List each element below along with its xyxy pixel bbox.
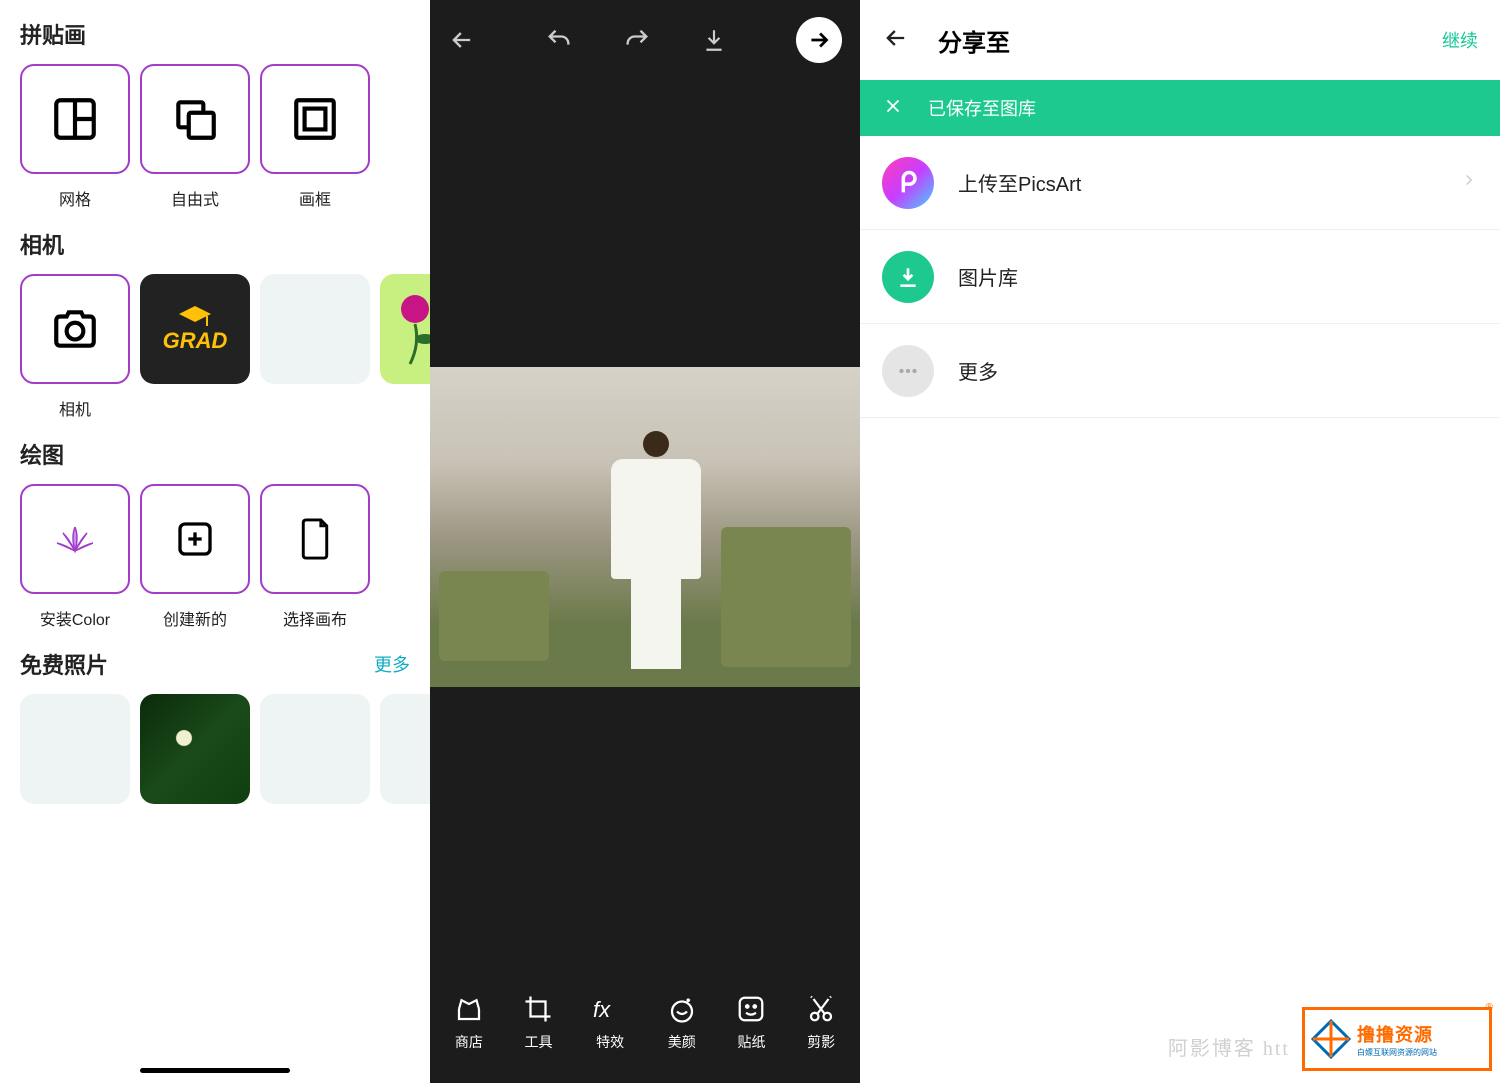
- chevron-right-icon: [1460, 171, 1478, 194]
- tile-flower-template[interactable]: [380, 274, 430, 420]
- tool-shop[interactable]: 商店: [454, 994, 484, 1052]
- tile-install-color[interactable]: 安装Color: [20, 484, 130, 630]
- collage-section: 拼贴画 网格 自由式 画框: [0, 18, 430, 210]
- editor-topbar: [430, 0, 860, 80]
- home-indicator[interactable]: [140, 1068, 290, 1073]
- file-icon: [297, 517, 333, 561]
- lotus-icon: [51, 519, 99, 559]
- share-item-gallery[interactable]: 图片库: [860, 230, 1500, 324]
- watermark-brand: 撸撸资源: [1357, 1021, 1437, 1047]
- registered-mark: ®: [1486, 1002, 1493, 1013]
- section-title-draw: 绘图: [20, 438, 64, 470]
- back-button[interactable]: [882, 24, 910, 57]
- plus-square-icon: [175, 519, 215, 559]
- grad-cap-icon: [177, 304, 213, 328]
- free-photos-section: 免费照片 更多: [0, 648, 430, 804]
- arrow-left-icon: [882, 24, 910, 52]
- tile-label: 安装Color: [40, 606, 110, 630]
- download-button[interactable]: [701, 27, 727, 53]
- editor-photo: [430, 367, 860, 687]
- tile-grid[interactable]: 网格: [20, 64, 130, 210]
- photo-thumb[interactable]: [380, 694, 430, 804]
- gallery-download-icon: [882, 251, 934, 303]
- draw-section: 绘图 安装Color 创建新的 选择画布: [0, 438, 430, 630]
- undo-icon: [545, 26, 573, 54]
- share-header: 分享至 继续: [860, 0, 1500, 80]
- grid-icon: [50, 94, 100, 144]
- tile-label: 网格: [59, 186, 91, 210]
- editor-panel: 商店 工具 fx 特效 美颜 贴纸 剪影: [430, 0, 860, 1083]
- more-icon: [882, 345, 934, 397]
- tile-label: 自由式: [171, 186, 219, 210]
- tile-freestyle[interactable]: 自由式: [140, 64, 250, 210]
- frame-icon: [290, 94, 340, 144]
- tool-tools[interactable]: 工具: [523, 994, 553, 1052]
- tool-beauty[interactable]: 美颜: [667, 994, 697, 1052]
- close-banner-button[interactable]: [882, 95, 904, 122]
- watermark-tagline: 白嫖互联网资源的网站: [1357, 1047, 1437, 1058]
- photo-thumb-butterfly[interactable]: [140, 694, 250, 804]
- tool-sticker[interactable]: 贴纸: [736, 994, 766, 1052]
- sticker-icon: [736, 994, 766, 1024]
- svg-text:fx: fx: [593, 997, 611, 1022]
- camera-icon: [50, 308, 100, 350]
- share-label: 更多: [958, 356, 1478, 385]
- watermark-logo: 撸撸资源 白嫖互联网资源的网站 ®: [1302, 1007, 1492, 1071]
- camera-section: 相机 相机 GRAD: [0, 228, 430, 420]
- saved-banner: 已保存至图库: [860, 80, 1500, 136]
- grad-text: GRAD: [163, 328, 228, 354]
- tile-frame[interactable]: 画框: [260, 64, 370, 210]
- flower-icon: [395, 284, 430, 374]
- tile-template-preview[interactable]: [380, 64, 430, 210]
- watermark-logo-icon: [1309, 1017, 1353, 1061]
- saved-banner-text: 已保存至图库: [928, 95, 1036, 121]
- tile-label: 创建新的: [163, 606, 227, 630]
- tile-label: 相机: [59, 396, 91, 420]
- arrow-left-icon: [448, 26, 476, 54]
- arrow-right-icon: [806, 27, 832, 53]
- share-title: 分享至: [938, 23, 1010, 58]
- create-panel: 拼贴画 网格 自由式 画框: [0, 0, 430, 1083]
- more-link[interactable]: 更多: [374, 651, 410, 677]
- tool-cutout[interactable]: 剪影: [806, 994, 836, 1052]
- cutout-icon: [806, 994, 836, 1024]
- share-label: 上传至PicsArt: [958, 168, 1436, 197]
- share-list: 上传至PicsArt 图片库 更多: [860, 136, 1500, 418]
- redo-button[interactable]: [623, 26, 651, 54]
- share-item-picsart[interactable]: 上传至PicsArt: [860, 136, 1500, 230]
- tile-grad-template[interactable]: GRAD: [140, 274, 250, 420]
- shop-icon: [454, 994, 484, 1024]
- freestyle-icon: [170, 94, 220, 144]
- beauty-icon: [667, 994, 697, 1024]
- photo-thumb[interactable]: [260, 694, 370, 804]
- editor-canvas[interactable]: [430, 80, 860, 973]
- section-title-free-photos: 免费照片: [20, 648, 108, 680]
- tile-create-new[interactable]: 创建新的: [140, 484, 250, 630]
- redo-icon: [623, 26, 651, 54]
- download-icon: [701, 27, 727, 53]
- photo-thumb[interactable]: [20, 694, 130, 804]
- editor-toolbar: 商店 工具 fx 特效 美颜 贴纸 剪影: [430, 973, 860, 1083]
- section-title-collage: 拼贴画: [20, 18, 86, 50]
- close-icon: [882, 95, 904, 117]
- section-title-camera: 相机: [20, 228, 64, 260]
- tile-label: 画框: [299, 186, 331, 210]
- share-panel: 分享至 继续 已保存至图库 上传至PicsArt 图片库: [860, 0, 1500, 1083]
- share-item-more[interactable]: 更多: [860, 324, 1500, 418]
- watermark-text: 阿影博客 htt: [1168, 1032, 1290, 1061]
- continue-button[interactable]: 继续: [1442, 27, 1478, 53]
- tile-blank-template[interactable]: [260, 274, 370, 420]
- next-button[interactable]: [796, 17, 842, 63]
- tile-label: 选择画布: [283, 606, 347, 630]
- tile-camera[interactable]: 相机: [20, 274, 130, 420]
- tool-fx[interactable]: fx 特效: [593, 994, 627, 1052]
- tile-select-canvas[interactable]: 选择画布: [260, 484, 370, 630]
- crop-icon: [523, 994, 553, 1024]
- back-button[interactable]: [448, 26, 476, 54]
- picsart-icon: [882, 157, 934, 209]
- fx-icon: fx: [593, 994, 627, 1024]
- share-label: 图片库: [958, 262, 1478, 291]
- undo-button[interactable]: [545, 26, 573, 54]
